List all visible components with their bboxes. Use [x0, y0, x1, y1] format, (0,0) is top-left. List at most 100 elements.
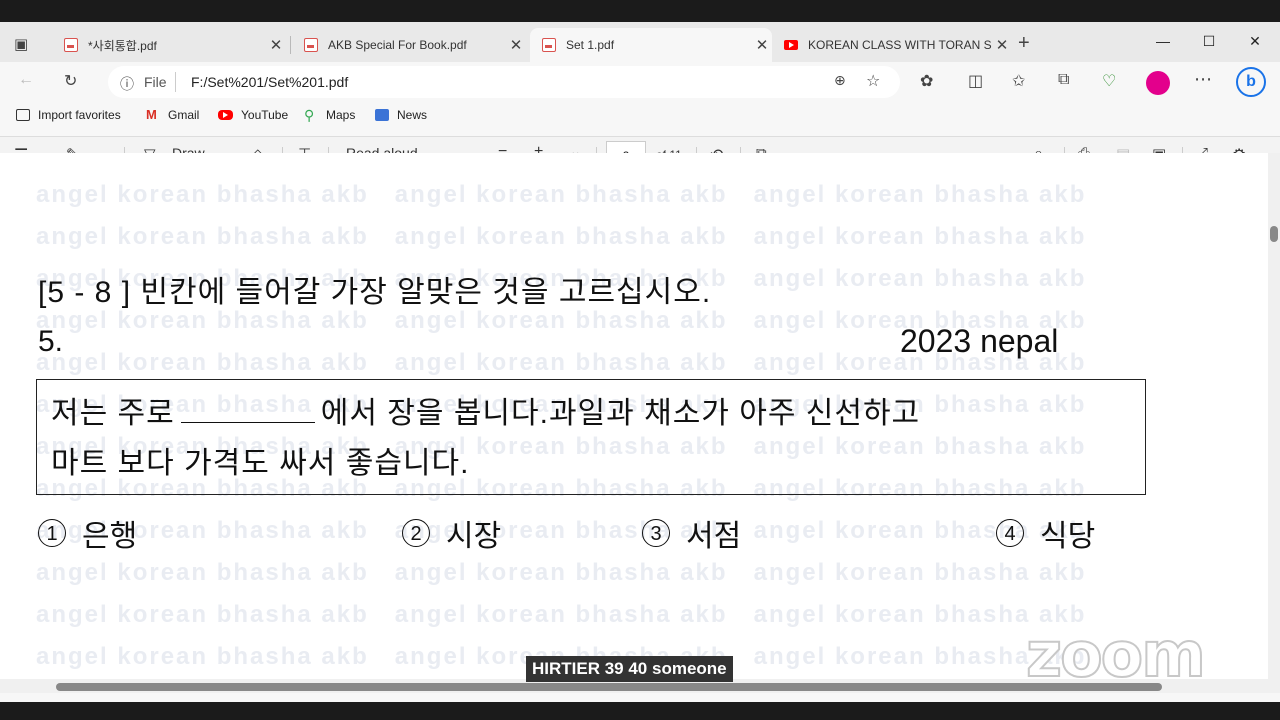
new-tab-icon[interactable]: +: [1018, 32, 1030, 55]
close-icon[interactable]: ✕: [506, 36, 526, 54]
watermark-text: angel korean bhasha akb: [753, 559, 1087, 586]
passage-text: 에서 장을 봅니다.과일과 채소가 아주 신선하고: [320, 397, 921, 430]
tab-divider: [290, 36, 291, 54]
favorite-label: Maps: [326, 108, 356, 122]
gmail-icon: M: [146, 107, 157, 122]
tab-4[interactable]: KOREAN CLASS WITH TORAN SI ✕: [772, 28, 1012, 62]
favorites-bar: Import favorites M Gmail YouTube ⚲ Maps …: [0, 102, 1280, 130]
tab-3-active[interactable]: Set 1.pdf ✕: [530, 28, 772, 62]
vertical-scroll-thumb[interactable]: [1270, 226, 1278, 242]
option-1: 1 은행: [38, 511, 137, 555]
pdf-icon: [64, 38, 78, 52]
info-icon[interactable]: ⓘ: [120, 74, 134, 94]
news-icon: [375, 109, 389, 121]
watermark-text: angel korean bhasha akb: [394, 181, 728, 208]
watermark-text: angel korean bhasha akb: [753, 223, 1087, 250]
watermark-text: angel korean bhasha akb: [36, 349, 369, 376]
extensions-icon[interactable]: ✿: [920, 71, 933, 91]
tab-2[interactable]: AKB Special For Book.pdf ✕: [292, 28, 526, 62]
favorite-youtube[interactable]: YouTube: [218, 108, 288, 122]
more-menu-icon[interactable]: ⋯: [1194, 69, 1212, 90]
favorite-label: YouTube: [241, 108, 289, 122]
watermark-text: angel korean bhasha akb: [36, 601, 369, 628]
pdf-page: angel korean bhasha akb angel korean bha…: [0, 153, 1268, 679]
close-icon[interactable]: ✕: [752, 36, 772, 54]
tab-title: *사회통합.pdf: [88, 38, 157, 53]
favorite-news[interactable]: News: [375, 108, 427, 122]
watermark-text: angel korean bhasha akb: [36, 643, 369, 670]
favorite-maps[interactable]: ⚲ Maps: [304, 108, 355, 122]
option-2: 2 시장: [402, 511, 501, 555]
favorite-label: Gmail: [168, 108, 200, 122]
option-marker: 2: [402, 519, 430, 547]
tab-title: AKB Special For Book.pdf: [328, 38, 467, 52]
browser-essentials-icon[interactable]: ♡: [1102, 71, 1116, 91]
passage-line-2: 마트 보다 가격도 싸서 좋습니다.: [51, 447, 470, 480]
option-4: 4 식당: [996, 511, 1095, 555]
back-icon[interactable]: ←: [18, 71, 34, 89]
watermark-row: angel korean bhasha akb angel korean bha…: [36, 223, 1086, 251]
tab-1[interactable]: *사회통합.pdf ✕: [52, 28, 286, 62]
tab-title: Set 1.pdf: [566, 38, 615, 52]
question-source: 2023 nepal: [900, 323, 1059, 359]
option-text: 식당: [1040, 520, 1096, 553]
watermark-row: angel korean bhasha akb angel korean bha…: [36, 181, 1086, 209]
minimize-button[interactable]: —: [1140, 26, 1186, 56]
watermark-row: angel korean bhasha akb angel korean bha…: [36, 559, 1086, 587]
option-text: 은행: [82, 520, 138, 553]
watermark-text: angel korean bhasha akb: [36, 559, 369, 586]
maximize-button[interactable]: ☐: [1186, 26, 1232, 56]
passage-text: 저는 주로: [51, 397, 175, 430]
watermark-text: angel korean bhasha akb: [36, 223, 369, 250]
avatar[interactable]: [1146, 71, 1170, 95]
youtube-icon: [218, 110, 233, 120]
refresh-icon[interactable]: ↻: [64, 71, 77, 91]
favorite-gmail[interactable]: M Gmail: [146, 108, 199, 122]
watermark-text: angel korean bhasha akb: [394, 349, 728, 376]
watermark-text: angel korean bhasha akb: [753, 265, 1087, 292]
option-text: 서점: [686, 520, 742, 553]
passage-line-1: 저는 주로 에서 장을 봅니다.과일과 채소가 아주 신선하고: [51, 388, 920, 432]
pdf-icon: [304, 38, 318, 52]
watermark-text: angel korean bhasha akb: [36, 307, 369, 334]
tab-strip: ▣ *사회통합.pdf ✕ AKB Special For Book.pdf ✕…: [0, 22, 1280, 62]
live-caption: HIRTIER 39 40 someone: [526, 656, 733, 682]
watermark-text: angel korean bhasha akb: [394, 601, 728, 628]
watermark-text: angel korean bhasha akb: [394, 307, 728, 334]
option-marker: 3: [642, 519, 670, 547]
youtube-icon: [784, 40, 798, 50]
answer-blank: [180, 394, 315, 423]
split-screen-icon[interactable]: ◫: [968, 71, 983, 91]
favorite-star-icon[interactable]: ☆: [866, 71, 880, 91]
favorites-icon[interactable]: ✩: [1012, 71, 1025, 91]
pdf-icon: [542, 38, 556, 52]
collections-icon[interactable]: ⧉: [1058, 71, 1069, 89]
question-number: 5.: [38, 325, 64, 358]
tab-title: KOREAN CLASS WITH TORAN SI: [808, 38, 992, 52]
favorite-label: News: [397, 108, 428, 122]
option-3: 3 서점: [642, 511, 741, 555]
url-text[interactable]: F:/Set%201/Set%201.pdf: [191, 74, 348, 90]
favorite-import[interactable]: Import favorites: [16, 108, 121, 122]
watermark-row: angel korean bhasha akb angel korean bha…: [36, 601, 1086, 629]
tab-actions-icon[interactable]: ▣: [14, 35, 28, 53]
option-marker: 4: [996, 519, 1024, 547]
url-divider: [175, 72, 176, 92]
close-icon[interactable]: ✕: [266, 36, 286, 54]
watermark-row: angel korean bhasha akb angel korean bha…: [36, 517, 1086, 545]
horizontal-scroll-thumb[interactable]: [56, 683, 1162, 691]
bing-copilot-icon[interactable]: b: [1236, 67, 1266, 97]
close-icon[interactable]: ✕: [992, 36, 1012, 54]
import-icon: [16, 109, 30, 121]
watermark-text: angel korean bhasha akb: [36, 181, 369, 208]
screen-frame: ▣ *사회통합.pdf ✕ AKB Special For Book.pdf ✕…: [0, 0, 1280, 720]
watermark-text: angel korean bhasha akb: [394, 559, 728, 586]
favorite-label: Import favorites: [38, 108, 121, 122]
window-close-button[interactable]: ✕: [1232, 26, 1278, 56]
option-text: 시장: [446, 520, 502, 553]
section-instruction: [5 - 8 ] 빈칸에 들어갈 가장 알맞은 것을 고르십시오.: [38, 276, 712, 309]
watermark-text: angel korean bhasha akb: [394, 223, 728, 250]
url-scheme-label: File: [144, 74, 167, 90]
zoom-icon[interactable]: ⊕: [834, 72, 846, 89]
passage-box: 저는 주로 에서 장을 봅니다.과일과 채소가 아주 신선하고 마트 보다 가격도…: [36, 379, 1146, 495]
